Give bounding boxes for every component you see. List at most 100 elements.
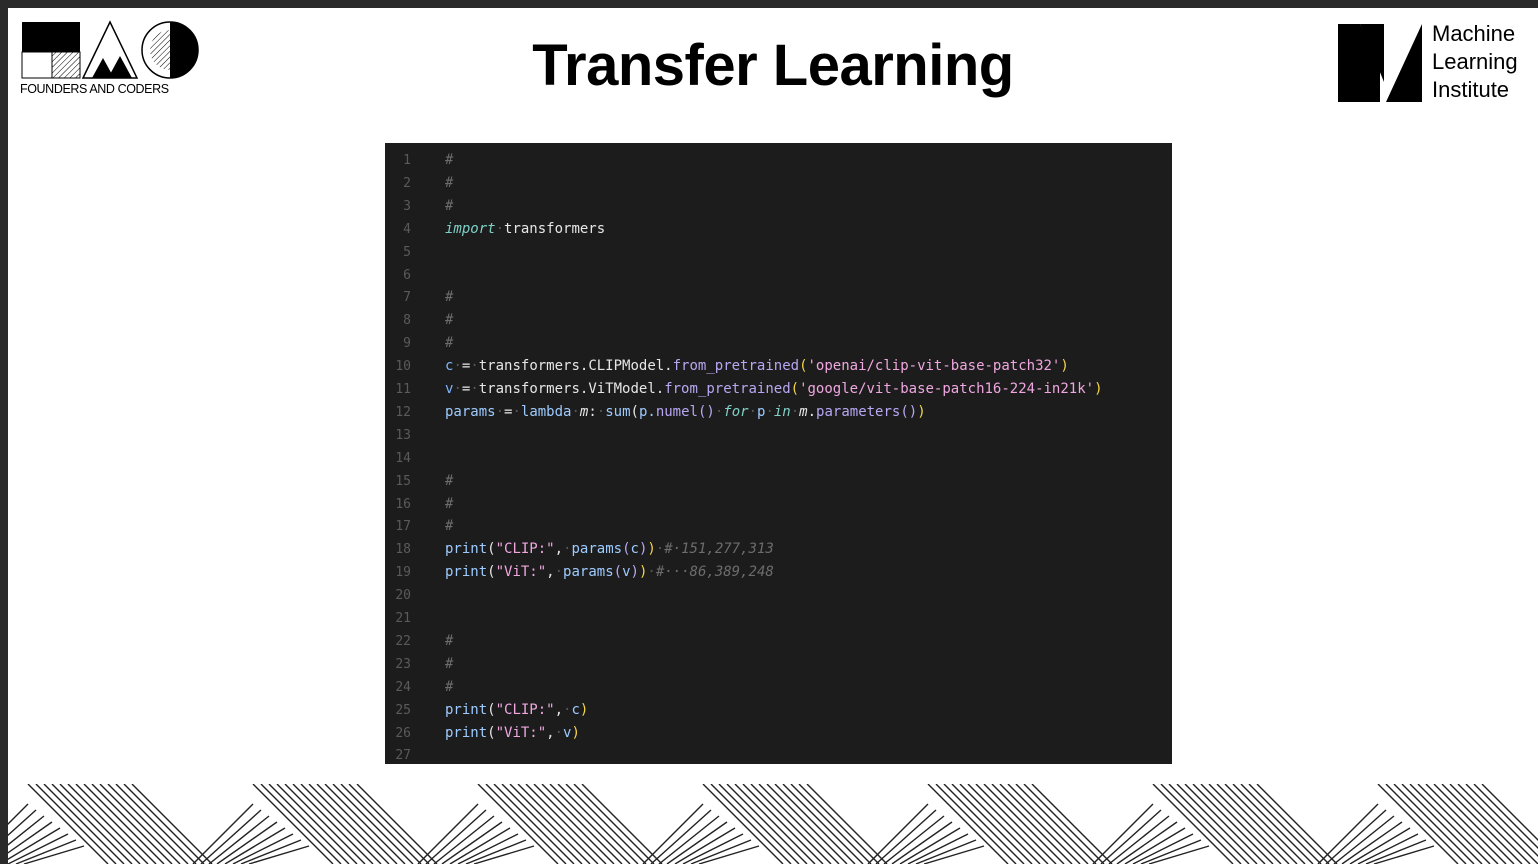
code-token: :: [588, 403, 597, 420]
hatch-line: [8, 827, 61, 861]
line-number: 11: [395, 382, 411, 397]
line-number: 8: [403, 313, 411, 329]
code-token: p.: [638, 403, 656, 420]
code-line: 27: [385, 744, 445, 764]
code-token: ): [1060, 358, 1069, 375]
hatch-line: [1140, 839, 1202, 864]
code-token: #: [445, 495, 454, 512]
line-number: 19: [395, 565, 411, 581]
code-token: ·: [453, 358, 462, 375]
code-token: ,: [546, 564, 555, 581]
code-token: #: [445, 197, 454, 214]
line-number: 2: [403, 175, 411, 191]
line-number: 15: [395, 473, 411, 489]
code-token: ·: [554, 564, 564, 581]
hatch-line: [465, 839, 527, 864]
code-token: ·: [512, 403, 521, 420]
code-token: from_pretrained: [664, 381, 791, 397]
machine-learning-institute-logo: [1338, 24, 1422, 102]
code-token: c: [630, 541, 639, 558]
mli-line-3: Institute: [1432, 77, 1510, 102]
code-token: #: [445, 678, 454, 695]
hatch-group: [192, 784, 438, 864]
line-number: 9: [403, 336, 411, 352]
code-token: (: [622, 541, 631, 558]
line-number: 21: [395, 611, 411, 626]
code-token: ·: [571, 403, 580, 420]
code-token: #: [445, 518, 454, 535]
code-token: ): [579, 701, 589, 718]
code-token: (: [487, 541, 496, 558]
code-token: ): [917, 403, 926, 420]
slide: FOUNDERS AND CODERS Transfer Learning Ma…: [8, 8, 1538, 864]
code-token: import: [445, 220, 496, 237]
code-line: 14: [385, 447, 445, 470]
code-token: ·: [790, 403, 800, 420]
code-token: ,: [554, 701, 564, 718]
code-token: #: [445, 152, 454, 168]
code-token: params: [571, 541, 623, 558]
code-token: numel: [655, 403, 698, 420]
code-token: #: [445, 655, 454, 672]
line-number: 26: [395, 725, 411, 741]
hatch-line: [192, 803, 254, 864]
line-number: 17: [395, 519, 411, 535]
code-line: 20: [385, 584, 445, 607]
line-number: 7: [403, 290, 411, 306]
code-token: ·: [655, 541, 665, 558]
machine-learning-institute-name: Machine Learning Institute: [1432, 20, 1518, 104]
line-number: 10: [395, 359, 411, 375]
code-line: 22 #: [385, 630, 453, 653]
code-token: ,: [554, 541, 564, 558]
code-token: (: [613, 564, 623, 581]
code-line: 7 #: [385, 286, 453, 309]
code-token: sum: [605, 403, 631, 420]
code-token: in: [773, 403, 791, 420]
code-token: ·: [554, 724, 564, 741]
code-token: ·: [495, 403, 505, 420]
line-number: 14: [395, 450, 411, 466]
code-line: 25 print("CLIP:",·c): [385, 699, 588, 722]
code-line: 10 c·=·transformers.CLIPModel.from_pretra…: [385, 355, 1069, 378]
code-token: print: [445, 701, 488, 718]
code-line: 3 #: [385, 195, 453, 218]
line-number: 23: [395, 656, 411, 672]
code-token: (: [487, 564, 496, 581]
code-token: (): [900, 403, 918, 420]
code-token: #: [445, 174, 454, 191]
code-token: ,: [546, 724, 555, 741]
line-number: 24: [395, 679, 411, 695]
code-line: 23 #: [385, 653, 453, 676]
code-token: transformers.ViTModel.: [478, 381, 665, 397]
code-token: (: [790, 381, 800, 397]
line-number: 20: [395, 588, 411, 604]
code-line: 17 #: [385, 515, 453, 538]
code-line: 9 #: [385, 332, 453, 355]
code-token: c: [571, 701, 580, 718]
code-line: 2 #: [385, 172, 453, 195]
hatch-line: [642, 803, 704, 864]
decorative-hatch-band: [8, 784, 1538, 864]
code-token: ·: [748, 403, 757, 420]
hatch-line: [1325, 809, 1387, 864]
code-token: print: [445, 564, 488, 581]
line-number: 5: [403, 244, 411, 260]
line-number: 22: [395, 633, 411, 649]
code-token: ): [647, 541, 656, 558]
hatch-line: [915, 839, 977, 864]
code-line: 8 #: [385, 309, 453, 332]
hatch-line: [1100, 809, 1162, 864]
code-line: 19 print("ViT:",·params(v))·#···86,389,24…: [385, 561, 773, 584]
hatch-group: [1317, 784, 1538, 864]
hatch-line: [417, 803, 479, 864]
code-token: transformers.CLIPModel.: [478, 358, 673, 375]
code-token: 'openai/clip-vit-base-patch32': [807, 358, 1061, 375]
code-token: "CLIP:": [495, 701, 555, 718]
hatch-line: [1365, 839, 1427, 864]
code-line: 21: [385, 607, 445, 630]
code-line: 26 print("ViT:",·v): [385, 722, 580, 745]
code-token: ·: [714, 403, 724, 420]
code-token: #: [445, 312, 454, 329]
code-line: 4 import·transformers: [385, 218, 605, 241]
code-token: ·: [453, 381, 462, 397]
